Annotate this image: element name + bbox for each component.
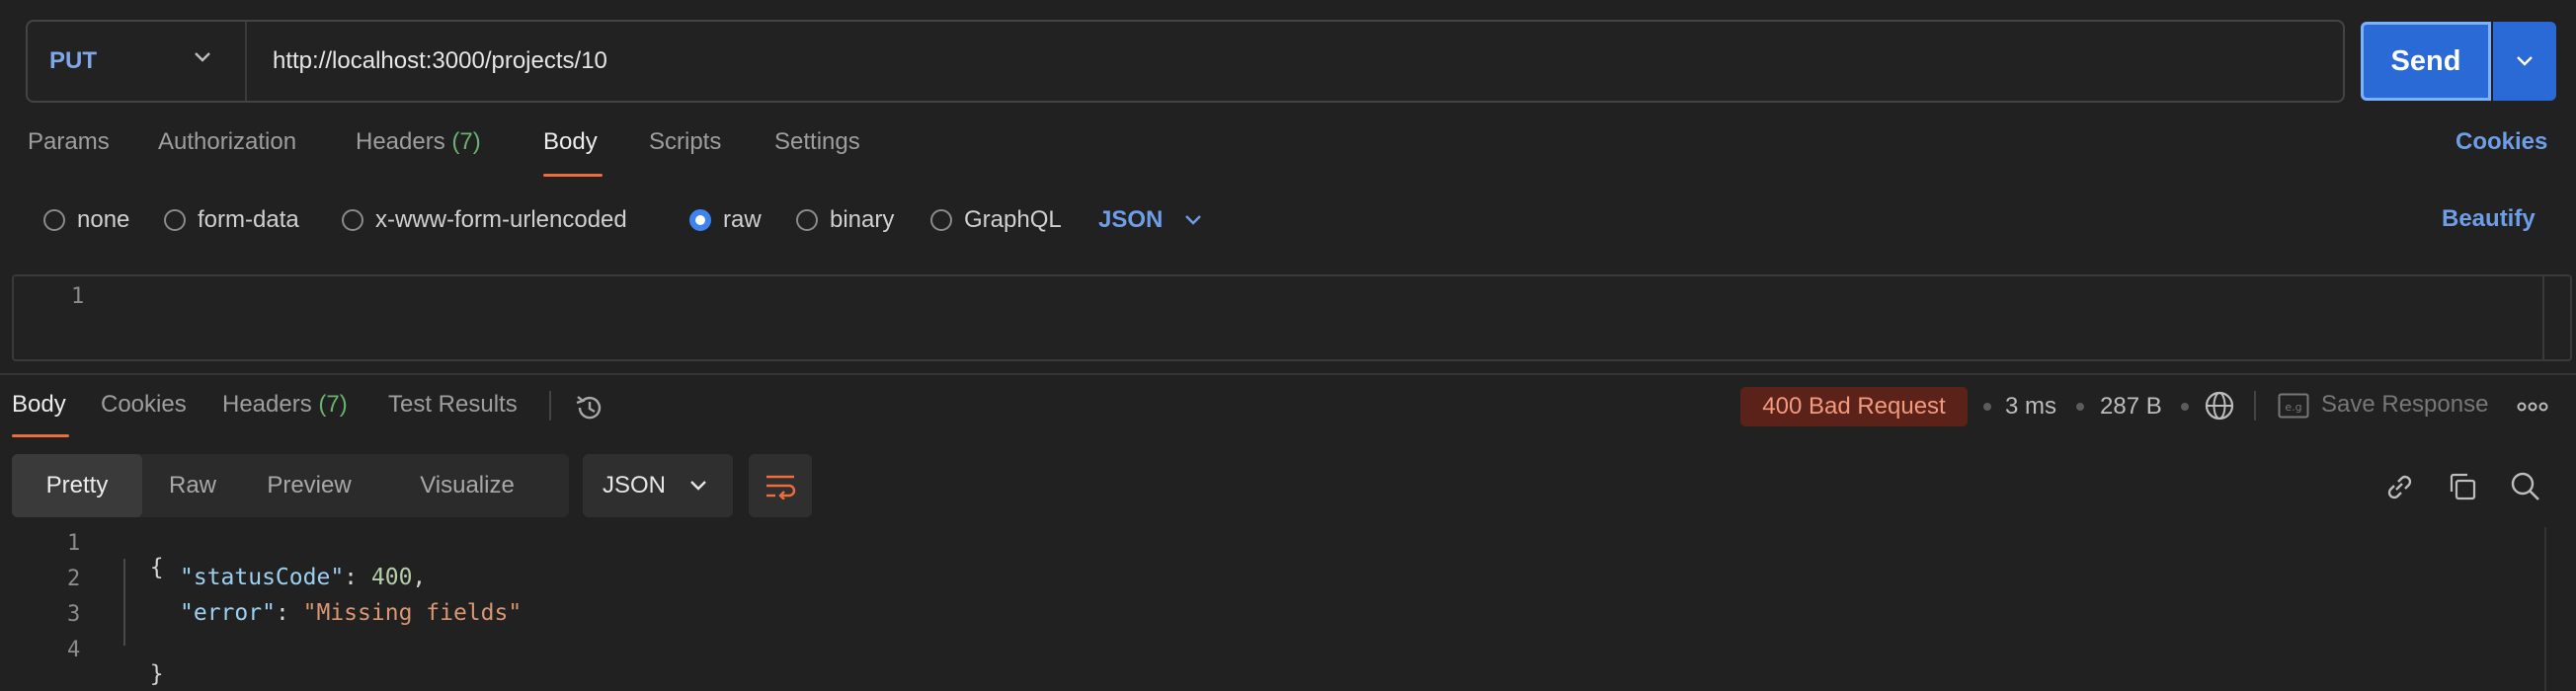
response-line-3[interactable]: "error": "Missing fields" — [180, 600, 522, 626]
active-tab-indicator — [543, 174, 603, 177]
radio-binary-label: binary — [830, 206, 895, 233]
tab-headers[interactable]: Headers (7) — [356, 128, 481, 168]
radio-raw-label: raw — [723, 206, 762, 233]
tab-settings[interactable]: Settings — [774, 128, 860, 168]
line-number: 1 — [67, 531, 81, 556]
tab-body[interactable]: Body — [543, 128, 598, 168]
separator — [2254, 391, 2256, 421]
view-mode-switcher: Pretty Raw Preview Visualize — [12, 454, 569, 517]
radio-none-label: none — [77, 206, 130, 233]
tab-headers-label: Headers — [356, 128, 445, 155]
status-badge[interactable]: 400 Bad Request — [1740, 387, 1968, 426]
headers-count: (7) — [451, 128, 481, 155]
response-scrollbar[interactable] — [2544, 527, 2546, 691]
url-input[interactable]: http://localhost:3000/projects/10 — [273, 22, 607, 101]
radio-circle — [930, 209, 952, 231]
json-key: "statusCode" — [180, 565, 345, 590]
save-example-icon: e.g — [2278, 393, 2309, 419]
meta-dot — [2076, 403, 2084, 411]
request-bar: PUT http://localhost:3000/projects/10 — [26, 20, 2345, 103]
response-size[interactable]: 287 B — [2100, 393, 2162, 421]
url-text: http://localhost:3000/projects/10 — [273, 47, 607, 74]
save-response-button[interactable]: Save Response — [2321, 391, 2488, 419]
history-icon[interactable] — [573, 391, 606, 424]
json-close-brace: } — [149, 661, 164, 687]
link-icon[interactable] — [2382, 470, 2416, 503]
globe-icon[interactable] — [2203, 389, 2236, 422]
line-number: 3 — [67, 602, 81, 627]
method-label: PUT — [49, 47, 97, 74]
view-raw[interactable]: Raw — [142, 454, 243, 517]
chevron-down-icon — [1185, 215, 1202, 225]
line-number: 1 — [71, 284, 85, 309]
wrap-lines-button[interactable] — [749, 454, 812, 517]
json-open-brace: { — [149, 555, 164, 580]
cookies-link[interactable]: Cookies — [2455, 128, 2547, 168]
response-format-label: JSON — [603, 472, 667, 499]
json-comma: , — [412, 565, 427, 590]
radio-circle — [796, 209, 818, 231]
response-tab-body[interactable]: Body — [12, 391, 66, 430]
search-icon[interactable] — [2509, 470, 2542, 503]
radio-form-data[interactable]: form-data — [164, 203, 299, 237]
beautify-button[interactable]: Beautify — [2442, 205, 2536, 233]
wrap-lines-icon — [766, 475, 796, 499]
radio-urlencoded[interactable]: x-www-form-urlencoded — [342, 203, 627, 237]
line-number: 2 — [67, 567, 81, 591]
chevron-down-icon — [195, 52, 210, 62]
view-pretty[interactable]: Pretty — [12, 454, 142, 517]
radio-circle — [164, 209, 186, 231]
chevron-down-icon — [2517, 56, 2533, 66]
request-body-editor[interactable]: 1 — [12, 274, 2572, 361]
response-format-select[interactable]: JSON — [583, 454, 733, 517]
pane-divider[interactable] — [0, 373, 2576, 375]
radio-graphql-label: GraphQL — [964, 206, 1062, 233]
response-tab-headers[interactable]: Headers (7) — [222, 391, 348, 430]
json-key: "error" — [180, 600, 276, 626]
method-select[interactable]: PUT — [28, 22, 247, 101]
tab-scripts[interactable]: Scripts — [649, 128, 721, 168]
view-visualize[interactable]: Visualize — [375, 454, 559, 517]
meta-dot — [1983, 403, 1991, 411]
json-string-value: "Missing fields" — [302, 600, 523, 626]
copy-icon[interactable] — [2446, 470, 2479, 503]
language-select[interactable]: JSON — [1098, 203, 1202, 237]
response-headers-count: (7) — [318, 391, 348, 418]
editor-scrollbar[interactable] — [2542, 276, 2570, 359]
json-number-value: 400 — [370, 565, 413, 590]
radio-binary[interactable]: binary — [796, 203, 894, 237]
tab-authorization[interactable]: Authorization — [158, 128, 296, 168]
radio-form-data-label: form-data — [198, 206, 299, 233]
radio-circle-selected — [689, 209, 711, 231]
response-line-2[interactable]: "statusCode": 400, — [180, 565, 426, 590]
radio-circle — [43, 209, 65, 231]
response-line-4[interactable]: } — [122, 636, 164, 687]
response-line-1[interactable]: { — [122, 529, 164, 580]
tab-params[interactable]: Params — [28, 128, 110, 168]
json-colon: : — [344, 565, 371, 590]
send-button[interactable]: Send — [2361, 22, 2491, 101]
response-tab-cookies[interactable]: Cookies — [101, 391, 187, 430]
response-tab-headers-label: Headers — [222, 391, 312, 418]
active-response-tab-indicator — [12, 434, 69, 437]
view-preview[interactable]: Preview — [243, 454, 375, 517]
more-options-icon[interactable] — [2517, 399, 2548, 415]
send-options-button[interactable] — [2493, 22, 2556, 101]
radio-circle — [342, 209, 363, 231]
radio-graphql[interactable]: GraphQL — [930, 203, 1062, 237]
svg-text:e.g: e.g — [2285, 401, 2301, 414]
response-tab-test-results[interactable]: Test Results — [388, 391, 518, 430]
response-time[interactable]: 3 ms — [2005, 393, 2056, 421]
json-colon: : — [275, 600, 303, 626]
separator — [549, 391, 551, 421]
language-label: JSON — [1098, 206, 1164, 233]
meta-dot — [2181, 403, 2189, 411]
chevron-down-icon — [690, 481, 706, 491]
radio-none[interactable]: none — [43, 203, 129, 237]
line-number: 4 — [67, 638, 81, 662]
radio-urlencoded-label: x-www-form-urlencoded — [375, 206, 627, 233]
radio-raw[interactable]: raw — [689, 203, 762, 237]
